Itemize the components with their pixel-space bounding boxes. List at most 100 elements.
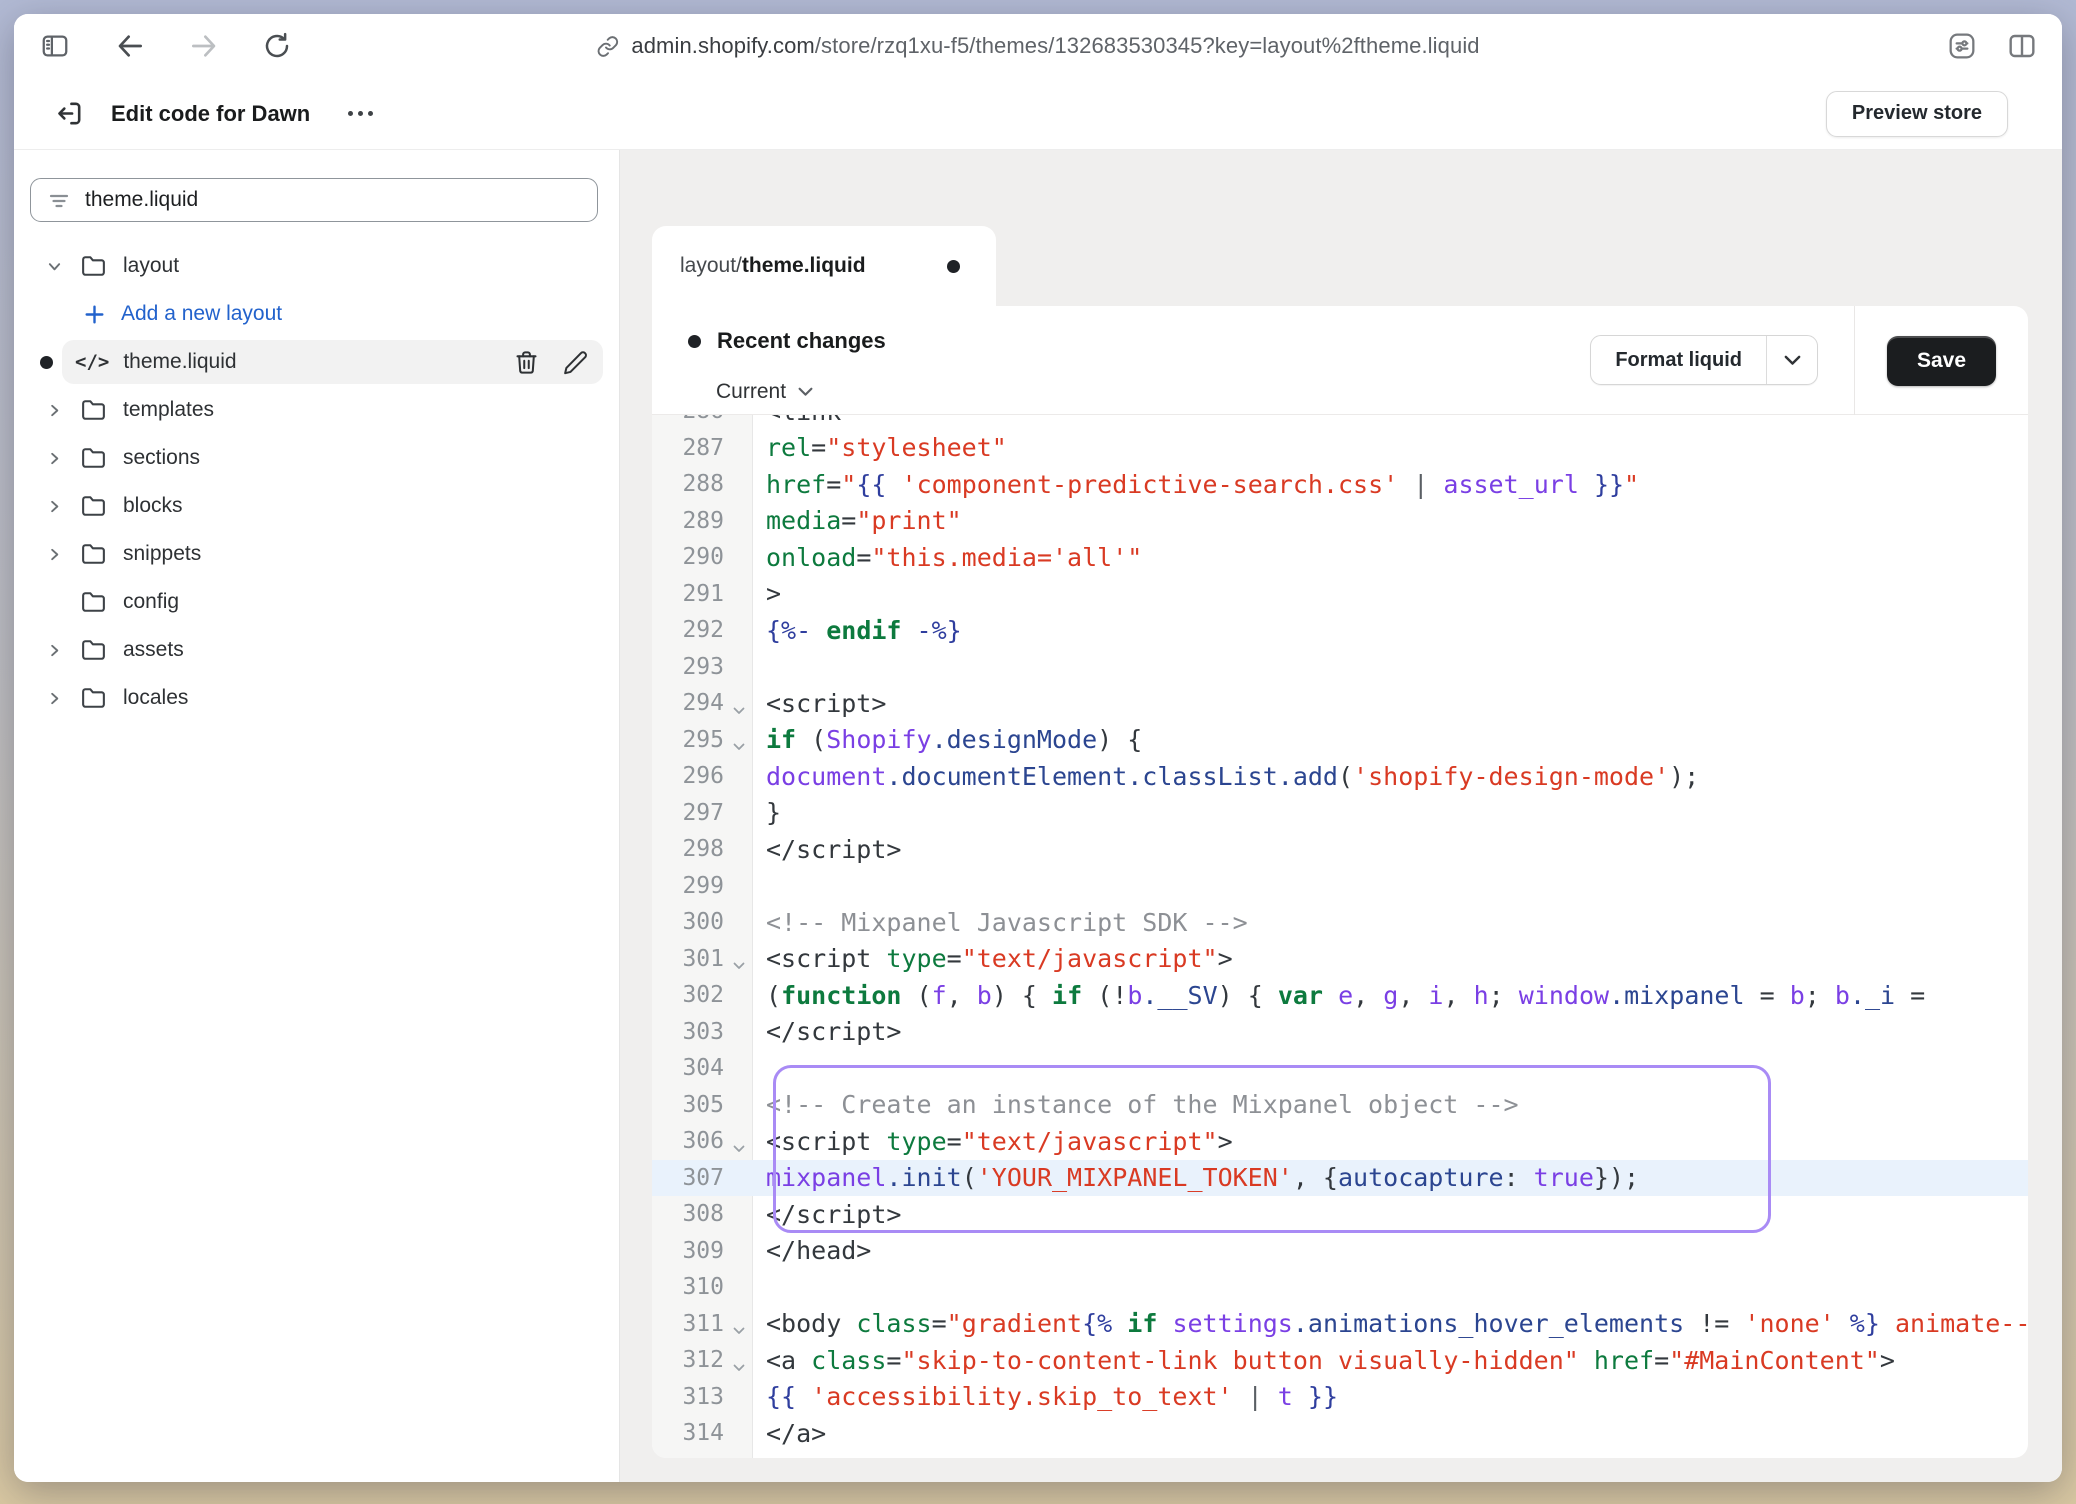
code-text: rel="stylesheet" [752,430,2028,467]
code-text: > [752,576,2028,613]
code-line-296[interactable]: 296 document.documentElement.classList.a… [652,758,2028,795]
sidebar-toggle-icon[interactable] [40,31,70,61]
chevron-down-icon[interactable] [1766,336,1817,384]
code-text: </script> [752,831,2028,868]
chevron-right-icon[interactable] [44,544,64,564]
code-line-309[interactable]: 309</head> [652,1233,2028,1270]
code-line-305[interactable]: 305 <!-- Create an instance of the Mixpa… [652,1087,2028,1124]
chevron-right-icon[interactable] [44,496,64,516]
file-search[interactable] [30,178,598,222]
sidebar-item-blocks[interactable]: blocks [14,482,619,530]
file-sidebar: layout Add a new layout</>theme.liquidtem… [14,150,620,1482]
preview-store-button[interactable]: Preview store [1826,91,2008,137]
code-editor[interactable]: 286 <link287 rel="stylesheet"288 href="{… [652,415,2028,1458]
folder-icon [80,542,107,566]
code-line-303[interactable]: 303 </script> [652,1014,2028,1051]
sidebar-item-templates[interactable]: templates [14,386,619,434]
fold-chevron-icon[interactable] [733,962,745,970]
code-line-312[interactable]: 312 <a class="skip-to-content-link butto… [652,1342,2028,1379]
code-line-306[interactable]: 306 <script type="text/javascript"> [652,1123,2028,1160]
sidebar-item-sections[interactable]: sections [14,434,619,482]
app-header: Edit code for Dawn Preview store [14,78,2062,150]
fold-chevron-icon[interactable] [733,1145,745,1153]
page-settings-icon[interactable] [1946,30,1978,62]
trash-icon[interactable] [513,349,540,376]
chevron-right-icon[interactable] [44,688,64,708]
code-line-293[interactable]: 293 [652,649,2028,686]
back-icon[interactable] [114,30,146,62]
chevron-right-icon[interactable] [44,640,64,660]
sidebar-item-snippets[interactable]: snippets [14,530,619,578]
code-line-299[interactable]: 299 [652,868,2028,905]
split-view-icon[interactable] [2006,30,2038,62]
chevron-right-icon[interactable] [44,400,64,420]
code-line-292[interactable]: 292 {%- endif -%} [652,612,2028,649]
code-line-300[interactable]: 300 <!-- Mixpanel Javascript SDK --> [652,904,2028,941]
code-line-304[interactable]: 304 [652,1050,2028,1087]
code-line-286[interactable]: 286 <link [652,415,2028,430]
save-button[interactable]: Save [1887,336,1996,386]
tab-theme-liquid[interactable]: layout/theme.liquid [652,226,996,306]
folder-icon [80,638,107,662]
sidebar-item-theme-liquid[interactable]: </>theme.liquid [14,338,619,386]
code-line-311[interactable]: 311<body class="gradient{% if settings.a… [652,1306,2028,1343]
format-liquid-button[interactable]: Format liquid [1590,335,1818,385]
plus-icon [82,302,107,327]
exit-icon[interactable] [54,98,85,129]
fold-chevron-icon[interactable] [733,1364,745,1372]
folder-icon [80,590,107,614]
code-line-298[interactable]: 298 </script> [652,831,2028,868]
code-line-288[interactable]: 288 href="{{ 'component-predictive-searc… [652,466,2028,503]
code-line-287[interactable]: 287 rel="stylesheet" [652,430,2028,467]
line-number: 286 [652,415,752,430]
code-text: media="print" [752,503,2028,540]
sidebar-item-add-new-layout[interactable]: Add a new layout [14,290,619,338]
code-line-302[interactable]: 302 (function (f, b) { if (!b.__SV) { va… [652,977,2028,1014]
code-text: </script> [752,1014,2028,1051]
code-line-314[interactable]: 314 </a> [652,1415,2028,1452]
code-line-313[interactable]: 313 {{ 'accessibility.skip_to_text' | t … [652,1379,2028,1416]
line-number: 290 [652,539,752,576]
fold-chevron-icon[interactable] [733,1327,745,1335]
item-label: snippets [123,542,201,566]
address-bar[interactable]: admin.shopify.com/store/rzq1xu-f5/themes… [596,14,1479,78]
file-tree: layout Add a new layout</>theme.liquidtem… [14,242,619,722]
code-text: {%- endif -%} [752,612,2028,649]
code-text: document.documentElement.classList.add('… [752,758,2028,795]
sidebar-item-config[interactable]: config [14,578,619,626]
line-number: 296 [652,758,752,795]
item-label: layout [123,254,179,278]
fold-chevron-icon[interactable] [733,707,745,715]
code-line-289[interactable]: 289 media="print" [652,503,2028,540]
sidebar-item-locales[interactable]: locales [14,674,619,722]
code-text: </a> [752,1415,2028,1452]
page-title: Edit code for Dawn [111,101,310,127]
code-line-290[interactable]: 290 onload="this.media='all'" [652,539,2028,576]
editor-card: Recent changes Current Format liquid [652,306,2028,1458]
pencil-icon[interactable] [562,349,589,376]
search-input[interactable] [83,187,597,213]
code-line-294[interactable]: 294 <script> [652,685,2028,722]
sidebar-item-layout[interactable]: layout [14,242,619,290]
code-line-291[interactable]: 291 > [652,576,2028,613]
forward-icon[interactable] [188,30,220,62]
chevron-down-icon[interactable] [44,256,64,276]
code-line-295[interactable]: 295 if (Shopify.designMode) { [652,722,2028,759]
code-text: <script> [752,685,2028,722]
code-text: <script type="text/javascript"> [752,941,2028,978]
chevron-right-icon[interactable] [44,448,64,468]
overflow-menu-icon[interactable] [348,111,373,116]
line-number: 297 [652,795,752,832]
reload-icon[interactable] [262,31,292,61]
code-line-308[interactable]: 308 </script> [652,1196,2028,1233]
filter-icon [47,188,71,212]
sidebar-item-assets[interactable]: assets [14,626,619,674]
folder-icon [80,494,107,518]
code-text: {{ 'accessibility.skip_to_text' | t }} [752,1379,2028,1416]
code-line-310[interactable]: 310 [652,1269,2028,1306]
code-line-297[interactable]: 297 } [652,795,2028,832]
code-line-301[interactable]: 301 <script type="text/javascript"> [652,941,2028,978]
fold-chevron-icon[interactable] [733,743,745,751]
version-dropdown[interactable]: Current [716,380,813,404]
code-line-307[interactable]: 307 mixpanel.init('YOUR_MIXPANEL_TOKEN',… [652,1160,2028,1197]
